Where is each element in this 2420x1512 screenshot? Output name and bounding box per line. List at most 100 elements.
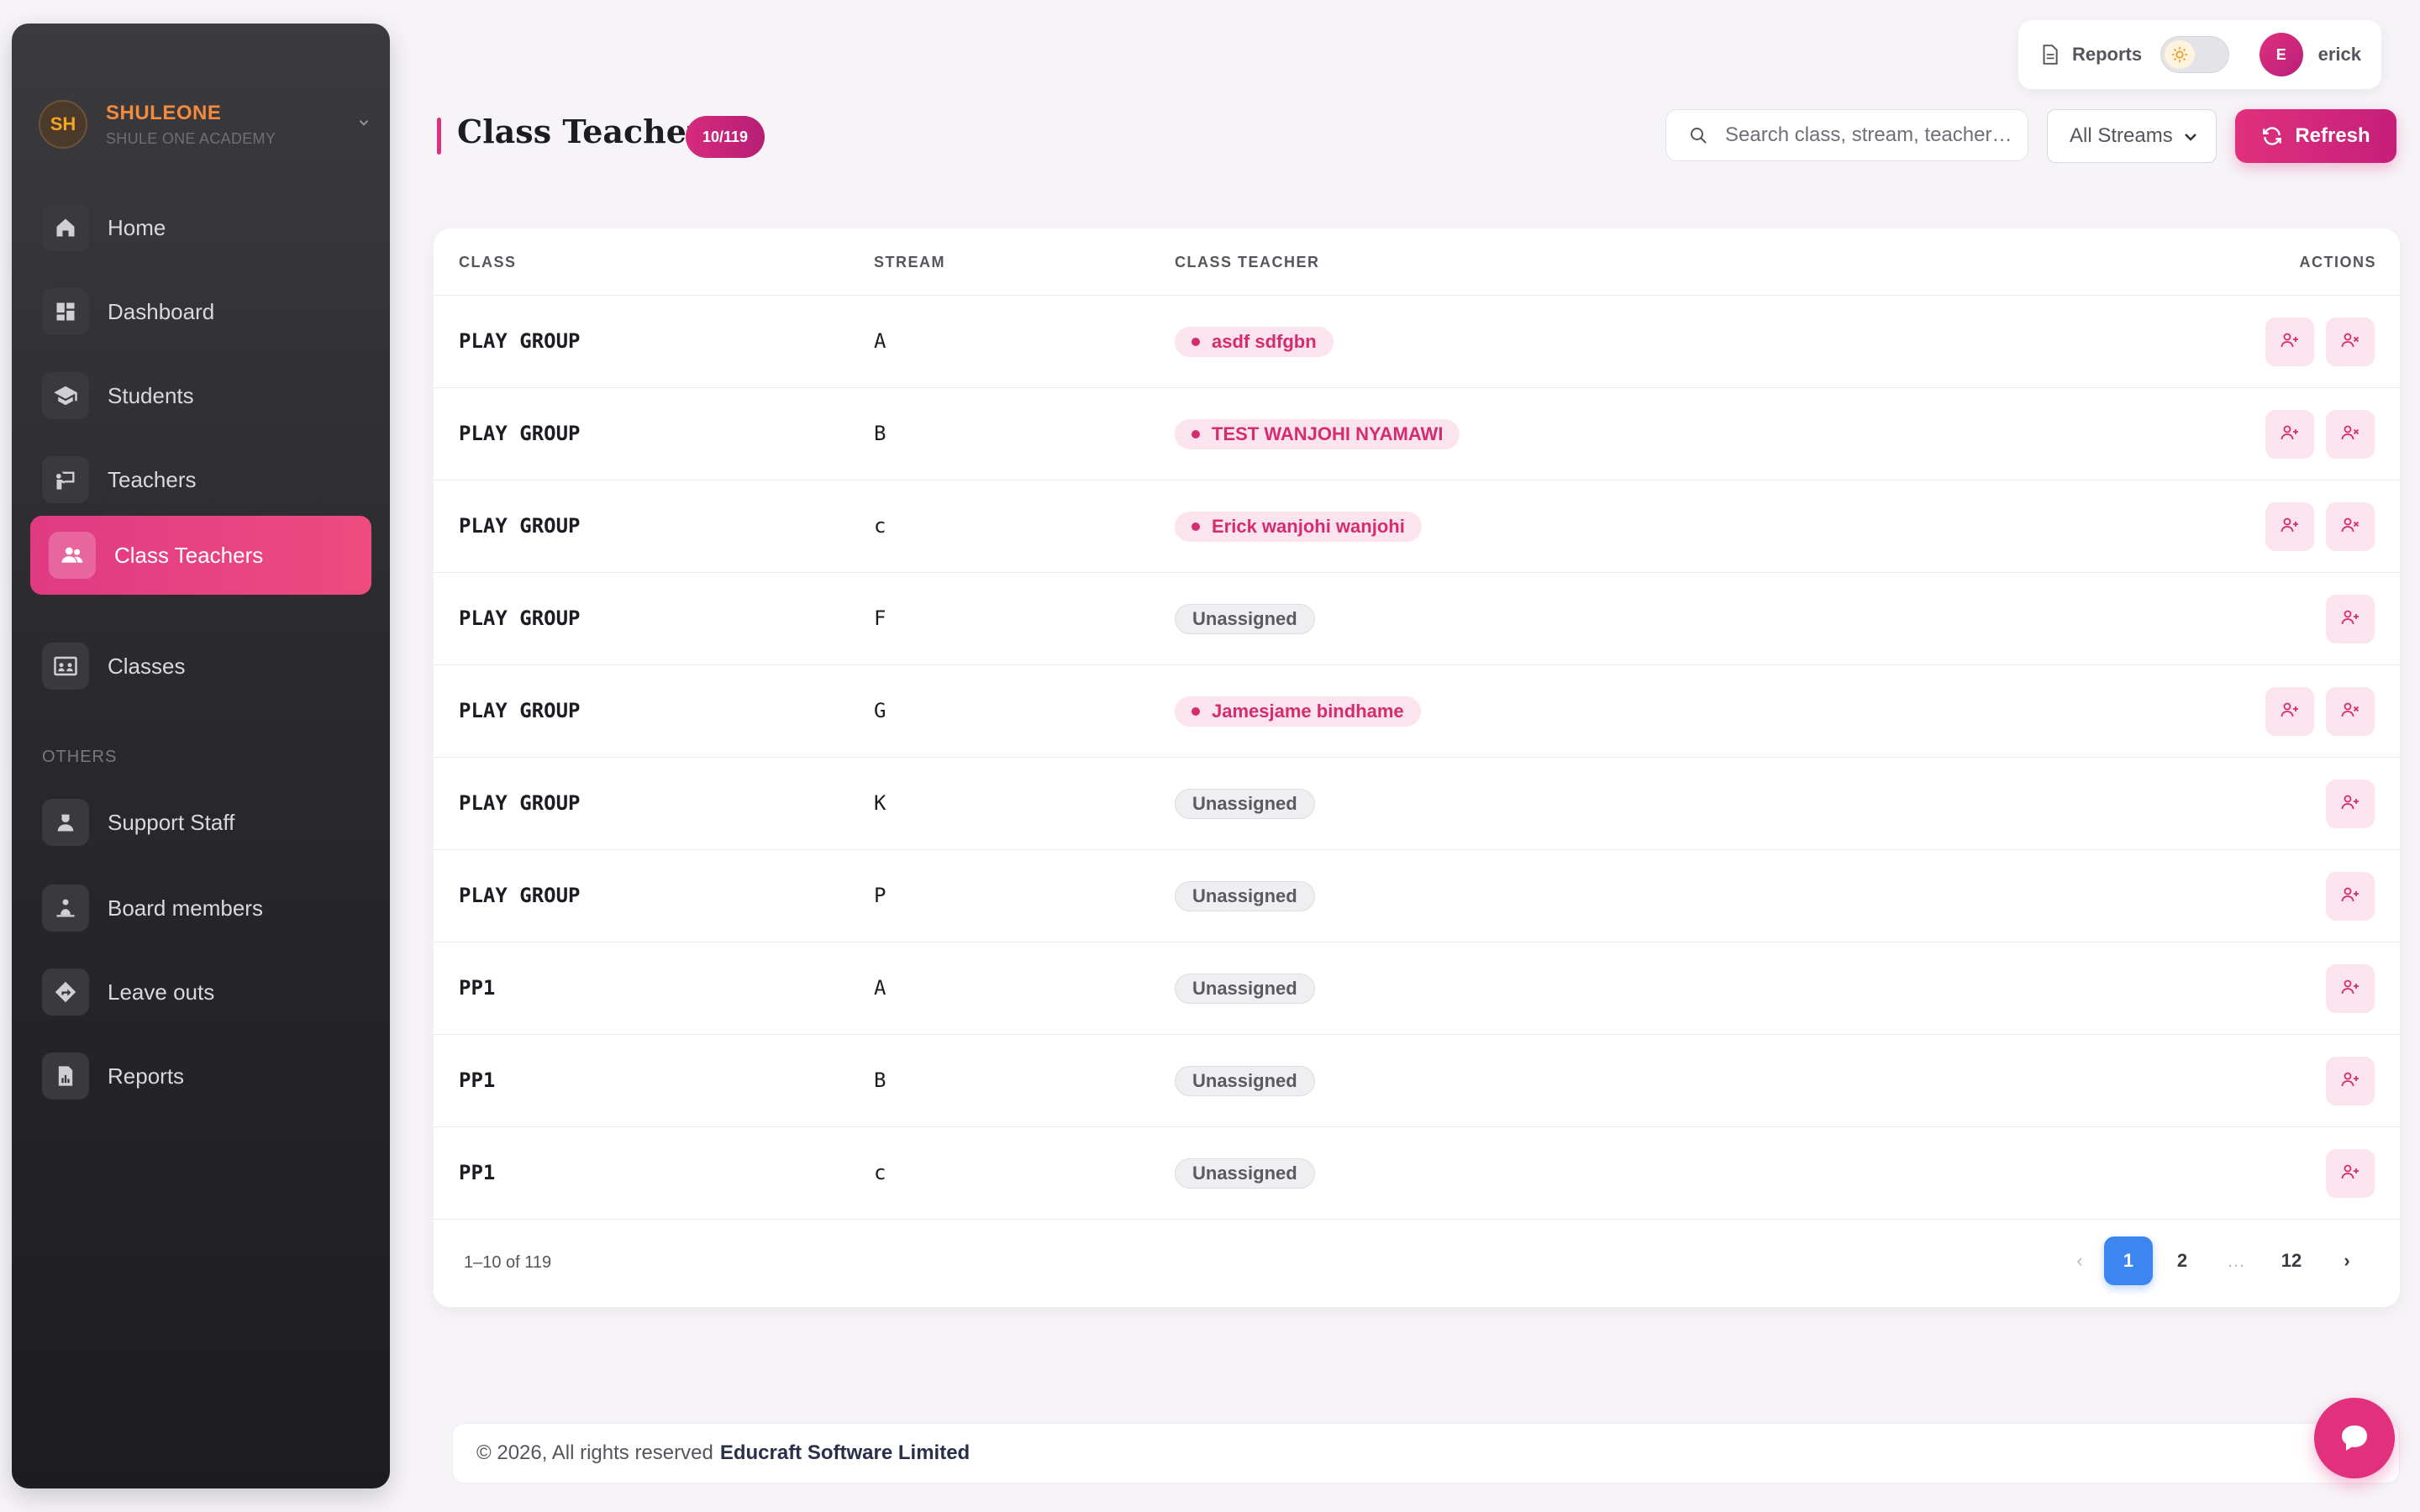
stream-cell: A	[874, 329, 886, 353]
class-cell: PLAY GROUP	[459, 884, 581, 907]
teacher-name: Erick wanjohi wanjohi	[1212, 516, 1405, 537]
remove-teacher-button[interactable]	[2326, 318, 2375, 366]
sidebar-item-label: Home	[108, 214, 166, 240]
classroom-icon	[42, 643, 89, 690]
chevron-down-icon[interactable]	[356, 113, 371, 135]
table-header: CLASS STREAM CLASS TEACHER ACTIONS	[434, 228, 2400, 296]
sidebar-item-dashboard[interactable]: Dashboard	[30, 272, 371, 351]
unassigned-badge: Unassigned	[1175, 604, 1315, 634]
sidebar-item-label: Dashboard	[108, 298, 215, 324]
page-button-2[interactable]: 2	[2158, 1236, 2207, 1285]
table-row: PLAY GROUP K Unassigned	[434, 758, 2400, 850]
sidebar-item-label: Reports	[108, 1063, 185, 1089]
staff-icon	[42, 799, 89, 846]
sidebar-item-home[interactable]: Home	[30, 188, 371, 267]
assign-teacher-button[interactable]	[2326, 1057, 2375, 1105]
chat-button[interactable]	[2314, 1398, 2395, 1478]
count-badge: 10/119	[686, 116, 765, 158]
assign-teacher-button[interactable]	[2265, 502, 2314, 551]
remove-teacher-button[interactable]	[2326, 410, 2375, 459]
class-cell: PLAY GROUP	[459, 422, 581, 445]
prev-page-button[interactable]: ‹	[2055, 1236, 2104, 1285]
remove-teacher-button[interactable]	[2326, 502, 2375, 551]
pagination-info: 1–10 of 119	[464, 1253, 552, 1272]
assign-teacher-button[interactable]	[2326, 595, 2375, 643]
user-plus-icon	[2340, 792, 2360, 816]
reports-link[interactable]: Reports	[2039, 44, 2142, 66]
sidebar-item-label: Leave outs	[108, 979, 215, 1005]
stream-cell: G	[874, 699, 886, 722]
user-x-icon	[2340, 515, 2360, 539]
board-icon	[42, 885, 89, 932]
users-icon	[49, 532, 96, 579]
status-dot-icon	[1192, 522, 1200, 531]
sidebar-item-support-staff[interactable]: Support Staff	[30, 783, 371, 862]
unassigned-badge: Unassigned	[1175, 1158, 1315, 1189]
class-cell: PLAY GROUP	[459, 791, 581, 815]
status-dot-icon	[1192, 338, 1200, 346]
status-dot-icon	[1192, 430, 1200, 438]
user-plus-icon	[2340, 1162, 2360, 1186]
search-icon	[1691, 128, 1707, 144]
remove-teacher-button[interactable]	[2326, 687, 2375, 736]
directions-icon	[42, 969, 89, 1016]
report-icon	[42, 1053, 89, 1100]
page-button-1[interactable]: 1	[2104, 1236, 2153, 1285]
unassigned-badge: Unassigned	[1175, 789, 1315, 819]
user-avatar[interactable]: E	[2259, 33, 2303, 76]
search-input[interactable]	[1725, 123, 2011, 147]
sidebar-item-reports[interactable]: Reports	[30, 1037, 371, 1116]
user-x-icon	[2340, 330, 2360, 354]
teacher-name: Jamesjame bindhame	[1212, 701, 1404, 722]
class-cell: PP1	[459, 1068, 496, 1092]
sidebar-item-teachers[interactable]: Teachers	[30, 440, 371, 519]
school-avatar: SH	[39, 100, 87, 149]
page-button-12[interactable]: 12	[2267, 1236, 2316, 1285]
theme-toggle[interactable]	[2160, 36, 2229, 73]
user-toolbar: Reports E erick	[2018, 20, 2381, 89]
assign-teacher-button[interactable]	[2326, 780, 2375, 828]
sun-icon	[2165, 40, 2196, 69]
sidebar-item-label: Students	[108, 382, 194, 408]
teacher-badge: Jamesjame bindhame	[1175, 696, 1421, 727]
sidebar-item-class-teachers[interactable]: Class Teachers	[30, 516, 371, 595]
reports-link-label: Reports	[2072, 44, 2143, 65]
assign-teacher-button[interactable]	[2326, 1149, 2375, 1198]
assign-teacher-button[interactable]	[2326, 872, 2375, 921]
stream-filter-select[interactable]: All Streams	[2047, 109, 2217, 163]
refresh-button[interactable]: Refresh	[2235, 109, 2396, 163]
sidebar-item-label: Support Staff	[108, 809, 235, 835]
assign-teacher-button[interactable]	[2265, 410, 2314, 459]
sidebar-item-leave-outs[interactable]: Leave outs	[30, 953, 371, 1032]
sidebar-item-board-members[interactable]: Board members	[30, 869, 371, 948]
sidebar-item-students[interactable]: Students	[30, 356, 371, 435]
user-plus-icon	[2340, 607, 2360, 632]
graduation-cap-icon	[42, 372, 89, 419]
next-page-button[interactable]: ›	[2323, 1236, 2371, 1285]
class-cell: PP1	[459, 1161, 496, 1184]
sidebar-item-label: Classes	[108, 653, 186, 679]
title-accent-bar	[437, 118, 441, 155]
table-row: PLAY GROUP c Erick wanjohi wanjohi	[434, 480, 2400, 573]
sidebar-item-classes[interactable]: Classes	[30, 627, 371, 706]
stream-cell: A	[874, 976, 886, 1000]
user-name[interactable]: erick	[2318, 44, 2361, 66]
stream-cell: c	[874, 514, 886, 538]
unassigned-badge: Unassigned	[1175, 881, 1315, 911]
table-row: PP1 c Unassigned	[434, 1127, 2400, 1220]
table-row: PP1 A Unassigned	[434, 942, 2400, 1035]
school-name: SHULEONE	[106, 101, 222, 124]
class-teachers-table: CLASS STREAM CLASS TEACHER ACTIONS PLAY …	[434, 228, 2400, 1307]
class-cell: PLAY GROUP	[459, 606, 581, 630]
school-switcher[interactable]: SH SHULEONE SHULE ONE ACADEMY	[39, 91, 381, 158]
stream-filter-value: All Streams	[2070, 124, 2173, 147]
user-plus-icon	[2340, 977, 2360, 1001]
user-plus-icon	[2340, 885, 2360, 909]
assign-teacher-button[interactable]	[2326, 964, 2375, 1013]
assign-teacher-button[interactable]	[2265, 318, 2314, 366]
document-icon	[2043, 45, 2058, 65]
column-header-class: CLASS	[459, 254, 517, 270]
table-row: PLAY GROUP P Unassigned	[434, 850, 2400, 942]
refresh-label: Refresh	[2295, 124, 2370, 147]
assign-teacher-button[interactable]	[2265, 687, 2314, 736]
